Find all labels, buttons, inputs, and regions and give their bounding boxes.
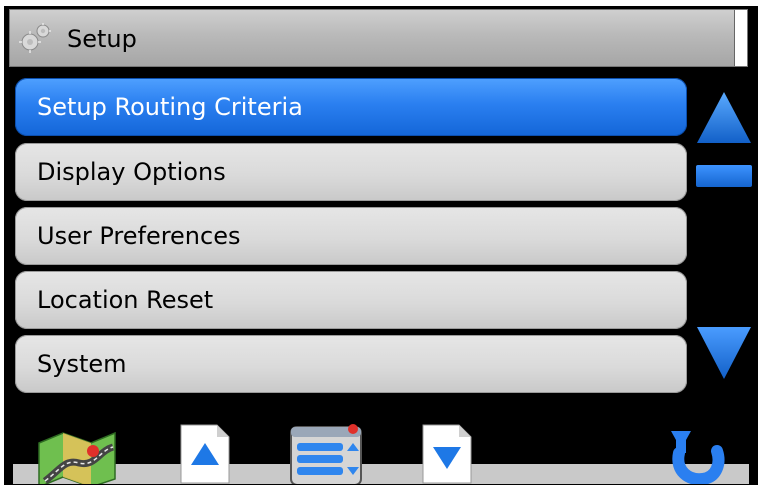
map-button[interactable]: [35, 429, 119, 485]
page-up-button[interactable]: [179, 423, 231, 485]
menu-item-setup-routing-criteria[interactable]: Setup Routing Criteria: [15, 78, 687, 136]
bottom-toolbar: [5, 403, 757, 485]
menu-item-display-options[interactable]: Display Options: [15, 143, 687, 201]
gears-icon: [19, 23, 51, 53]
page-down-button[interactable]: [421, 423, 473, 485]
scroll-up-button[interactable]: [695, 90, 753, 145]
triangle-down-icon: [697, 327, 751, 379]
list-menu-icon: [290, 424, 362, 484]
triangle-up-icon: [697, 92, 751, 143]
map-icon: [38, 431, 116, 484]
menu-item-system[interactable]: System: [15, 335, 687, 393]
menu-item-location-reset[interactable]: Location Reset: [15, 271, 687, 329]
device-screen: Setup Setup Routing Criteria Display Opt…: [4, 6, 758, 485]
title-bar-edge: [734, 10, 747, 66]
title-bar: Setup: [9, 9, 748, 67]
scroll-down-button[interactable]: [695, 325, 753, 381]
page-down-icon: [422, 424, 472, 484]
page-title: Setup: [67, 25, 137, 53]
back-button[interactable]: [665, 423, 725, 485]
back-arrow-icon: [671, 431, 725, 484]
toolbar-base: [13, 464, 749, 484]
scrollbar-thumb[interactable]: [696, 165, 752, 187]
list-menu-button[interactable]: [287, 421, 367, 485]
page-up-icon: [180, 424, 230, 484]
menu-item-user-preferences[interactable]: User Preferences: [15, 207, 687, 265]
